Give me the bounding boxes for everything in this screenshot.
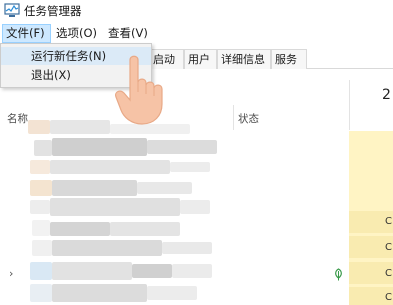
tab-users[interactable]: 用户	[184, 49, 217, 69]
tab-services[interactable]: 服务	[271, 49, 307, 69]
column-name-header[interactable]: 名称	[7, 111, 28, 126]
chevron-right-icon[interactable]: ›	[9, 267, 13, 280]
menu-view[interactable]: 查看(V)	[105, 24, 151, 43]
tab-details[interactable]: 详细信息	[217, 49, 271, 69]
menu-bar: 文件(F) 选项(O) 查看(V)	[0, 24, 393, 43]
task-manager-icon	[4, 3, 20, 17]
cpu-value: C	[385, 242, 392, 253]
menu-file[interactable]: 文件(F)	[2, 24, 51, 43]
column-divider[interactable]	[233, 105, 234, 130]
cpu-percent-header: 2	[382, 87, 391, 103]
cpu-value: C	[385, 292, 392, 303]
title-bar: 任务管理器	[0, 0, 393, 22]
cpu-value: C	[385, 268, 392, 279]
column-status-header[interactable]: 状态	[238, 111, 259, 126]
menu-options[interactable]: 选项(O)	[53, 24, 100, 43]
leaf-icon	[335, 268, 342, 281]
hand-pointer-icon	[115, 55, 163, 125]
window-title: 任务管理器	[24, 4, 82, 18]
cpu-value: C	[385, 216, 392, 227]
